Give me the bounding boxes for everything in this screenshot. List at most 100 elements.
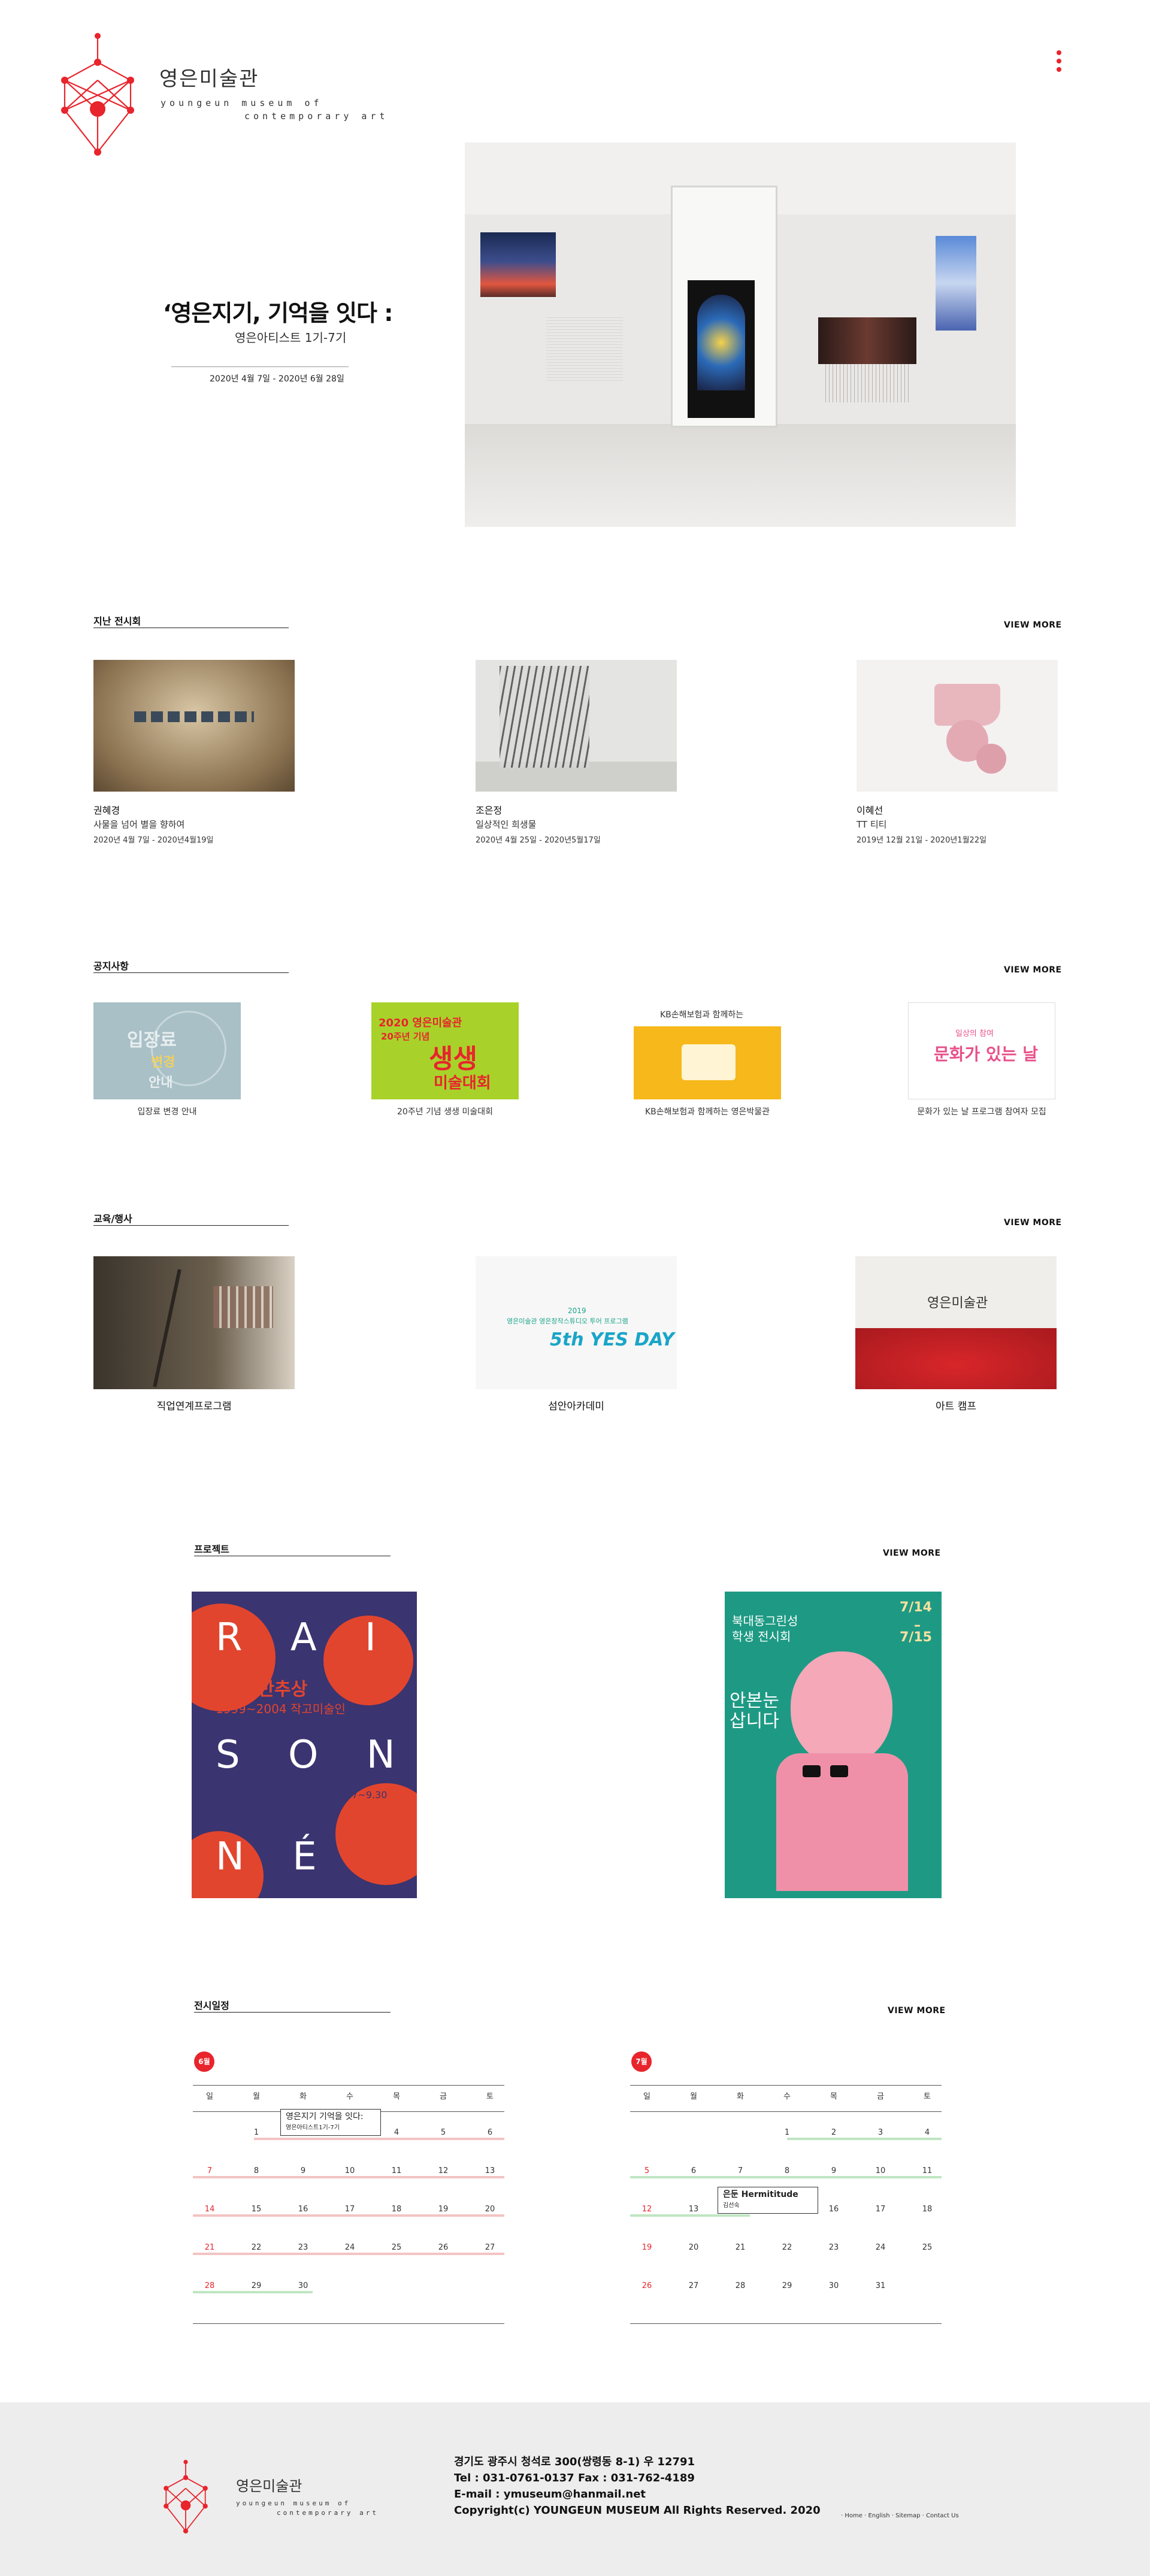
calendar-day[interactable]: 13 — [472, 2166, 508, 2175]
event-popup[interactable]: 은둔 Hermititude 김선숙 — [718, 2187, 818, 2214]
calendar-day[interactable]: 11 — [379, 2166, 414, 2175]
calendar-day[interactable]: 23 — [816, 2243, 852, 2252]
menu-button[interactable] — [1057, 50, 1061, 75]
calendar-day[interactable]: 5 — [425, 2128, 461, 2137]
schedule-view-more-link[interactable]: VIEW MORE — [888, 2006, 946, 2016]
calendar-day[interactable]: 29 — [769, 2281, 805, 2290]
calendar-weekday: 금 — [440, 2092, 447, 2101]
calendar-day[interactable]: 27 — [676, 2281, 712, 2290]
education-heading: 교육/행사 — [93, 1213, 132, 1225]
footer-link-contact[interactable]: Contact Us — [926, 2513, 959, 2519]
project-poster-raisonne[interactable]: R A I 反芻 반추상 1999~2004 작고미술인 S O N 2019.… — [192, 1592, 417, 1898]
past-exhibition-thumb-3[interactable] — [857, 660, 1058, 792]
notice-thumb-3[interactable]: KB손해보험과 함께하는 — [634, 1002, 781, 1099]
past-exhibition-artist-2: 조은정 — [476, 805, 503, 816]
past-exhibition-thumb-1[interactable] — [93, 660, 295, 792]
calendar-day[interactable]: 25 — [909, 2243, 945, 2252]
calendar-day[interactable]: 17 — [332, 2205, 368, 2214]
education-caption-2[interactable]: 섬안아카데미 — [476, 1398, 677, 1413]
calendar-day[interactable]: 22 — [769, 2243, 805, 2252]
calendar-day[interactable]: 10 — [332, 2166, 368, 2175]
notice-thumb-1[interactable]: 입장료 변경 안내 — [93, 1002, 241, 1099]
calendar-day[interactable]: 20 — [676, 2243, 712, 2252]
calendar-day[interactable]: 28 — [722, 2281, 758, 2290]
calendar-day[interactable]: 14 — [192, 2205, 228, 2214]
calendar-day[interactable]: 29 — [238, 2281, 274, 2290]
calendar-day[interactable]: 8 — [769, 2166, 805, 2175]
event-popup[interactable]: 영은지기 기억을 잇다: 영은아티스트1기-7기 — [280, 2109, 381, 2136]
notice-caption-4[interactable]: 문화가 있는 날 프로그램 참여자 모집 — [895, 1105, 1069, 1117]
footer-link-home[interactable]: Home — [845, 2513, 862, 2519]
calendar-day[interactable]: 12 — [629, 2205, 665, 2214]
calendar-day[interactable]: 26 — [425, 2243, 461, 2252]
calendar-day[interactable]: 9 — [816, 2166, 852, 2175]
footer-link-sitemap[interactable]: Sitemap — [895, 2513, 920, 2519]
education-thumb-1[interactable] — [93, 1256, 295, 1389]
calendar-day[interactable]: 24 — [862, 2243, 898, 2252]
logo-english-line1: youngeun museum of — [161, 98, 323, 108]
calendar-day[interactable]: 10 — [862, 2166, 898, 2175]
calendar-day[interactable]: 16 — [816, 2205, 852, 2214]
past-view-more-link[interactable]: VIEW MORE — [1004, 620, 1062, 630]
calendar-day[interactable]: 1 — [238, 2128, 274, 2137]
calendar-day[interactable]: 26 — [629, 2281, 665, 2290]
calendar-day[interactable]: 30 — [816, 2281, 852, 2290]
calendar-july: 7월 일월화수목금토 12345678910111213141516171819… — [630, 2051, 942, 2327]
calendar-day[interactable]: 8 — [238, 2166, 274, 2175]
calendar-weekday: 일 — [643, 2092, 650, 2101]
notice-caption-1[interactable]: 입장료 변경 안내 — [93, 1105, 241, 1117]
calendar-day[interactable]: 25 — [379, 2243, 414, 2252]
footer-logo[interactable]: 영은미술관 youngeun museum of contemporary ar… — [156, 2460, 407, 2535]
calendar-day[interactable]: 2 — [816, 2128, 852, 2137]
education-thumb-3[interactable]: 영은미술관 — [855, 1256, 1057, 1389]
calendar-day[interactable]: 7 — [192, 2166, 228, 2175]
notice-heading: 공지사항 — [93, 960, 129, 972]
notice-caption-3[interactable]: KB손해보험과 함께하는 영은박물관 — [621, 1105, 794, 1117]
calendar-day[interactable]: 17 — [862, 2205, 898, 2214]
calendar-day[interactable]: 7 — [722, 2166, 758, 2175]
calendar-day[interactable]: 4 — [379, 2128, 414, 2137]
education-view-more-link[interactable]: VIEW MORE — [1004, 1218, 1062, 1228]
calendar-day[interactable]: 31 — [862, 2281, 898, 2290]
calendar-day[interactable]: 30 — [285, 2281, 321, 2290]
calendar-day[interactable]: 23 — [285, 2243, 321, 2252]
calendar-day[interactable]: 18 — [909, 2205, 945, 2214]
calendar-day[interactable]: 20 — [472, 2205, 508, 2214]
calendar-day[interactable]: 9 — [285, 2166, 321, 2175]
calendar-day[interactable]: 24 — [332, 2243, 368, 2252]
calendar-day[interactable]: 11 — [909, 2166, 945, 2175]
calendar-weekday: 금 — [877, 2092, 884, 2101]
notice-thumb-4[interactable]: 일상의 참여 문화가 있는 날 — [908, 1002, 1055, 1099]
calendar-day[interactable]: 19 — [425, 2205, 461, 2214]
notice-view-more-link[interactable]: VIEW MORE — [1004, 965, 1062, 975]
calendar-day[interactable]: 22 — [238, 2243, 274, 2252]
calendar-day[interactable]: 27 — [472, 2243, 508, 2252]
calendar-day[interactable]: 16 — [285, 2205, 321, 2214]
calendar-day[interactable]: 6 — [472, 2128, 508, 2137]
education-thumb-2[interactable]: 2019 영은미술관 영은창작스튜디오 투어 프로그램 5th YES DAY — [476, 1256, 677, 1389]
calendar-day[interactable]: 18 — [379, 2205, 414, 2214]
site-logo[interactable]: 영은미술관 youngeun museum of contemporary ar… — [53, 32, 406, 164]
calendar-day[interactable]: 1 — [769, 2128, 805, 2137]
project-view-more-link[interactable]: VIEW MORE — [883, 1548, 941, 1558]
hero-image[interactable] — [465, 143, 1016, 527]
calendar-day[interactable]: 12 — [425, 2166, 461, 2175]
calendar-day[interactable]: 28 — [192, 2281, 228, 2290]
project-poster-students[interactable]: 북대동그린성 학생 전시회 7/14 – 7/15 안본눈 삽니다 — [725, 1592, 942, 1898]
calendar-day[interactable]: 15 — [238, 2205, 274, 2214]
calendar-day[interactable]: 21 — [722, 2243, 758, 2252]
past-exhibition-thumb-2[interactable] — [476, 660, 677, 792]
notice-thumb-2[interactable]: 2020 영은미술관 20주년 기념 생생 미술대회 — [371, 1002, 519, 1099]
calendar-day[interactable]: 19 — [629, 2243, 665, 2252]
calendar-day[interactable]: 13 — [676, 2205, 712, 2214]
calendar-day[interactable]: 3 — [862, 2128, 898, 2137]
calendar-day[interactable]: 21 — [192, 2243, 228, 2252]
calendar-weekday: 화 — [737, 2092, 744, 2101]
calendar-day[interactable]: 6 — [676, 2166, 712, 2175]
education-caption-3[interactable]: 아트 캠프 — [855, 1398, 1057, 1413]
footer-link-english[interactable]: English — [868, 2513, 889, 2519]
calendar-day[interactable]: 4 — [909, 2128, 945, 2137]
calendar-day[interactable]: 5 — [629, 2166, 665, 2175]
notice-caption-2[interactable]: 20주년 기념 생생 미술대회 — [371, 1105, 519, 1117]
education-caption-1[interactable]: 직업연계프로그램 — [93, 1398, 295, 1413]
